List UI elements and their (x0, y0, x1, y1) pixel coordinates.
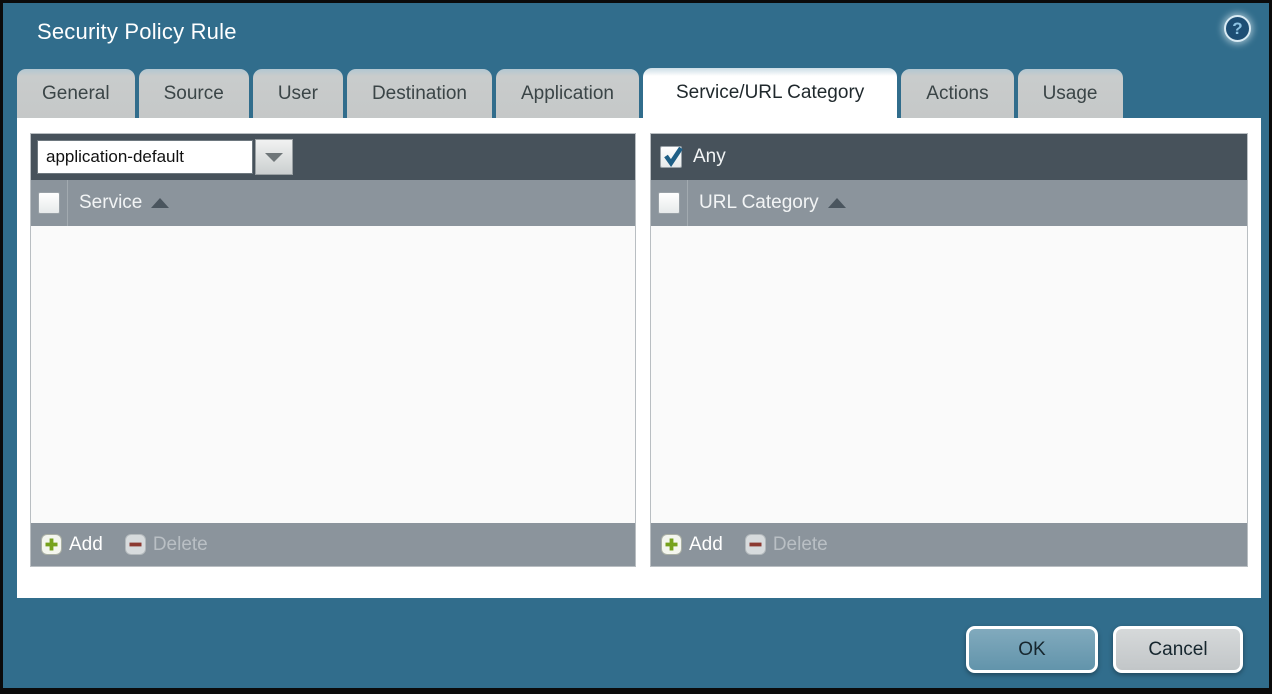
security-policy-rule-dialog: Security Policy Rule ? General Source Us… (0, 0, 1272, 694)
url-column-header[interactable]: URL Category (699, 192, 819, 214)
service-footer-bar: Add Delete (31, 523, 635, 566)
service-panel: Service Add Delete (31, 134, 635, 566)
tab-actions[interactable]: Actions (901, 69, 1013, 118)
url-add-label: Add (689, 534, 723, 556)
minus-icon (745, 534, 766, 555)
url-table-header: URL Category (651, 180, 1247, 226)
url-category-panel: Any URL Category Add (651, 134, 1247, 566)
url-any-checkbox[interactable] (660, 146, 682, 168)
plus-icon (41, 534, 62, 555)
minus-icon (125, 534, 146, 555)
service-add-button[interactable]: Add (41, 534, 103, 556)
service-column-header[interactable]: Service (79, 192, 142, 214)
tab-destination[interactable]: Destination (347, 69, 492, 118)
url-any-label: Any (693, 146, 726, 168)
dialog-title: Security Policy Rule (37, 19, 237, 45)
url-table-body (651, 226, 1247, 523)
tab-bar: General Source User Destination Applicat… (17, 69, 1123, 118)
ok-button[interactable]: OK (966, 626, 1098, 673)
service-delete-button[interactable]: Delete (125, 534, 208, 556)
service-select-all-checkbox[interactable] (38, 192, 60, 214)
service-table-body (31, 226, 635, 523)
url-add-button[interactable]: Add (661, 534, 723, 556)
service-select-all-cell (31, 180, 68, 226)
sort-ascending-icon[interactable] (151, 198, 169, 208)
url-any-bar: Any (651, 134, 1247, 180)
service-table-header: Service (31, 180, 635, 226)
url-select-all-checkbox[interactable] (658, 192, 680, 214)
tab-service-url-category[interactable]: Service/URL Category (643, 68, 897, 118)
service-type-combo (37, 139, 293, 175)
service-delete-label: Delete (153, 534, 208, 556)
url-delete-label: Delete (773, 534, 828, 556)
service-type-dropdown-button[interactable] (255, 139, 293, 175)
chevron-down-icon (265, 153, 283, 162)
help-icon[interactable]: ? (1224, 15, 1251, 42)
cancel-button[interactable]: Cancel (1113, 626, 1243, 673)
tab-application[interactable]: Application (496, 69, 639, 118)
checkmark-icon (661, 143, 685, 169)
url-footer-bar: Add Delete (651, 523, 1247, 566)
url-select-all-cell (651, 180, 688, 226)
url-delete-button[interactable]: Delete (745, 534, 828, 556)
tab-content-area: Service Add Delete (17, 118, 1261, 598)
tab-general[interactable]: General (17, 69, 135, 118)
tab-user[interactable]: User (253, 69, 343, 118)
plus-icon (661, 534, 682, 555)
service-type-input[interactable] (37, 140, 253, 174)
service-add-label: Add (69, 534, 103, 556)
sort-ascending-icon[interactable] (828, 198, 846, 208)
service-type-bar (31, 134, 635, 180)
tab-source[interactable]: Source (139, 69, 249, 118)
tab-usage[interactable]: Usage (1018, 69, 1123, 118)
